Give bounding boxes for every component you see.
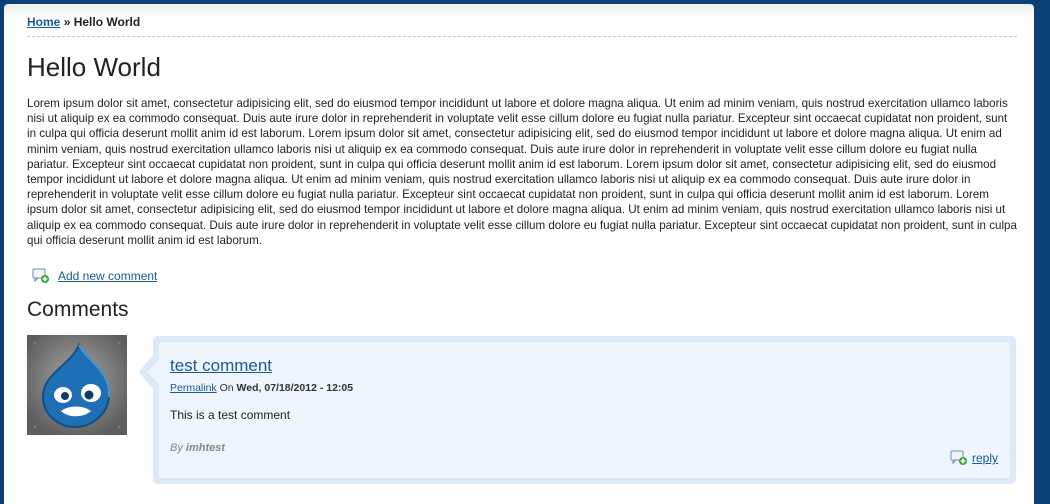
- reply-link-row[interactable]: reply: [950, 450, 998, 466]
- comment-date: Wed, 07/18/2012 - 12:05: [236, 382, 354, 394]
- comment-by-label: By: [170, 442, 183, 454]
- reply-link[interactable]: reply: [972, 451, 998, 465]
- page-title: Hello World: [27, 52, 161, 82]
- add-comment-link-row[interactable]: Add new comment: [32, 268, 157, 284]
- drupal-drop-icon: [27, 335, 127, 435]
- permalink-link[interactable]: Permalink: [170, 382, 217, 394]
- comments-heading: Comments: [27, 298, 129, 321]
- comment-add-icon: [32, 268, 50, 284]
- article-body: Lorem ipsum dolor sit amet, consectetur …: [27, 97, 1017, 247]
- breadcrumb-separator: »: [63, 15, 71, 29]
- reply-icon: [950, 450, 968, 466]
- avatar: [27, 335, 127, 435]
- comment-on-label: On: [219, 382, 234, 394]
- add-new-comment-link[interactable]: Add new comment: [58, 269, 157, 283]
- comment-bubble-arrow-inner: [147, 360, 159, 384]
- comment-author: By imhtest: [170, 442, 225, 454]
- comment-meta: Permalink On Wed, 07/18/2012 - 12:05: [170, 382, 353, 394]
- comment-title-link[interactable]: test comment: [170, 356, 272, 376]
- breadcrumb-current: Hello World: [73, 15, 141, 29]
- breadcrumb-home-link[interactable]: Home: [27, 15, 60, 29]
- breadcrumb: Home » Hello World: [27, 15, 140, 29]
- comment-body: This is a test comment: [170, 408, 291, 422]
- breadcrumb-divider: [27, 36, 1017, 37]
- comment-author-name: imhtest: [185, 442, 226, 454]
